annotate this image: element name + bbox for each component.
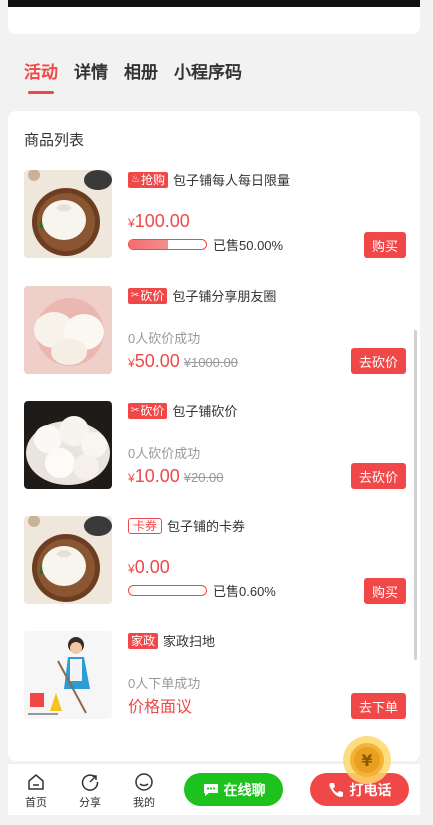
progress-bar <box>128 239 207 250</box>
progress-bar <box>128 585 207 596</box>
tab-details[interactable]: 详情 <box>74 58 108 83</box>
product-image[interactable] <box>24 286 112 374</box>
coupon-badge: 卡券 <box>128 517 163 534</box>
price: ¥0.00 <box>128 557 170 577</box>
bargain-count: 0人砍价成功 <box>128 331 201 346</box>
buy-button[interactable]: 购买 <box>363 232 406 258</box>
sales-progress: 已售50.00% <box>128 235 283 254</box>
top-card <box>8 0 420 34</box>
list-item[interactable]: ✂ 砍价 包子铺砍价 0人砍价成功 ¥10.00 ¥20.00 去砍价 <box>24 401 406 491</box>
nav-home[interactable]: 首页 <box>20 772 52 810</box>
bargain-count: 0人砍价成功 <box>128 446 201 461</box>
bargain-badge: ✂ 砍价 <box>128 402 168 419</box>
nav-share-label: 分享 <box>79 797 101 809</box>
top-black-bar <box>8 0 420 7</box>
bargain-button[interactable]: 去砍价 <box>350 348 406 374</box>
home-icon <box>28 774 44 790</box>
nav-home-label: 首页 <box>25 797 47 809</box>
bottom-strip <box>0 815 433 825</box>
tab-miniprogram-code[interactable]: 小程序码 <box>174 58 242 83</box>
list-title: 商品列表 <box>24 132 85 149</box>
sold-text: 已售50.00% <box>213 238 284 253</box>
list-item[interactable]: ✂ 砍价 包子铺分享朋友圈 0人砍价成功 ¥50.00 ¥1000.00 去砍价 <box>24 286 406 376</box>
bargain-badge: ✂ 砍价 <box>128 287 168 304</box>
product-title[interactable]: 包子铺砍价 <box>172 401 237 420</box>
product-image[interactable] <box>24 631 112 719</box>
list-item[interactable]: ♨ 抢购 包子铺每人每日限量 ¥100.00 已售50.00% 购买 <box>24 170 406 260</box>
scissors-icon: ✂ <box>131 290 140 301</box>
housekeeping-badge: 家政 <box>128 632 159 649</box>
product-list-card: 商品列表 ♨ 抢购 包子铺每人每日限量 ¥100.00 已售50.00% 购买 … <box>8 111 420 761</box>
order-count: 0人下单成功 <box>128 676 201 691</box>
product-title[interactable]: 家政扫地 <box>163 631 215 650</box>
flash-sale-badge: ♨ 抢购 <box>128 171 168 188</box>
nav-profile-label: 我的 <box>133 797 155 809</box>
list-item[interactable]: 卡券 包子铺的卡券 ¥0.00 已售0.60% 购买 <box>24 516 406 606</box>
product-image[interactable] <box>24 170 112 258</box>
profile-icon <box>135 773 153 791</box>
price: ¥100.00 <box>128 211 190 231</box>
original-price: ¥1000.00 <box>183 355 238 370</box>
price: ¥50.00 ¥1000.00 <box>128 351 238 371</box>
chat-icon <box>203 783 218 796</box>
list-item[interactable]: 家政 家政扫地 0人下单成功 价格面议 去下单 <box>24 631 406 721</box>
product-title[interactable]: 包子铺每人每日限量 <box>173 170 290 189</box>
sales-progress: 已售0.60% <box>128 581 276 600</box>
tab-activity[interactable]: 活动 <box>24 58 58 94</box>
product-title[interactable]: 包子铺的卡券 <box>167 516 245 535</box>
reward-coin-button[interactable]: ¥ <box>342 735 392 785</box>
coin-icon: ¥ <box>343 736 391 784</box>
svg-text:¥: ¥ <box>361 751 372 770</box>
order-button[interactable]: 去下单 <box>350 693 406 719</box>
original-price: ¥20.00 <box>183 470 224 485</box>
tab-album[interactable]: 相册 <box>124 58 158 83</box>
price: ¥10.00 ¥20.00 <box>128 466 224 486</box>
scissors-icon: ✂ <box>131 405 140 416</box>
scrollbar[interactable] <box>414 330 417 660</box>
product-title[interactable]: 包子铺分享朋友圈 <box>172 286 276 305</box>
online-chat-button[interactable]: 在线聊 <box>184 773 283 806</box>
nav-profile[interactable]: 我的 <box>128 772 160 810</box>
product-image[interactable] <box>24 516 112 604</box>
bargain-button[interactable]: 去砍价 <box>350 463 406 489</box>
tab-bar: 活动 详情 相册 小程序码 <box>8 40 420 102</box>
chat-label: 在线聊 <box>223 781 266 798</box>
nav-share[interactable]: 分享 <box>74 772 106 810</box>
share-icon <box>81 774 99 791</box>
sold-text: 已售0.60% <box>213 584 276 599</box>
fire-icon: ♨ <box>131 174 140 185</box>
product-image[interactable] <box>24 401 112 489</box>
buy-button[interactable]: 购买 <box>363 578 406 604</box>
negotiable-price: 价格面议 <box>128 699 193 716</box>
